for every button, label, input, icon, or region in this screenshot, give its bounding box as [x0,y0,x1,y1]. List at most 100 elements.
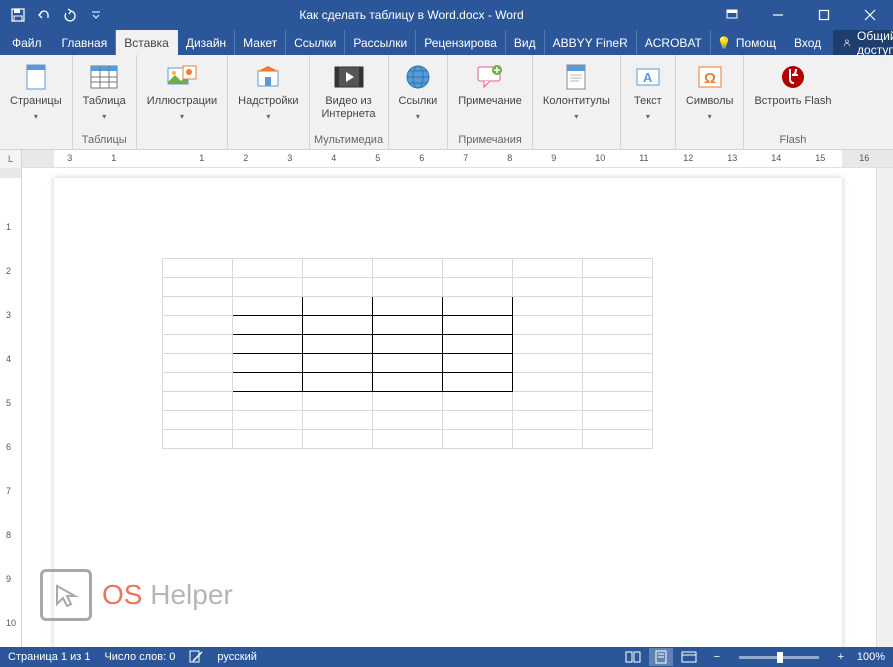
qat-customize-button[interactable] [84,3,108,27]
addins-button[interactable]: Надстройки▾ [232,57,304,133]
proofing-icon[interactable] [189,649,203,666]
table-cell[interactable] [443,411,513,430]
horizontal-ruler[interactable]: 311234567891011121314151617 [22,150,893,167]
tab-mailings[interactable]: Рассылки [345,30,416,55]
tab-layout[interactable]: Макет [235,30,286,55]
table-cell[interactable] [583,259,653,278]
table-cell[interactable] [583,430,653,449]
table-cell[interactable] [233,354,303,373]
table-cell[interactable] [373,278,443,297]
sign-in-button[interactable]: Вход [788,30,827,55]
table-cell[interactable] [583,373,653,392]
table-cell[interactable] [373,354,443,373]
table-cell[interactable] [163,316,233,335]
tab-selector[interactable]: L [0,150,22,168]
table-cell[interactable] [163,259,233,278]
table-cell[interactable] [443,430,513,449]
tab-view[interactable]: Вид [506,30,545,55]
table-cell[interactable] [583,316,653,335]
table-cell[interactable] [513,278,583,297]
table-cell[interactable] [163,430,233,449]
table-cell[interactable] [513,430,583,449]
table-cell[interactable] [303,430,373,449]
table-cell[interactable] [443,278,513,297]
table-cell[interactable] [303,354,373,373]
zoom-in-button[interactable]: + [829,648,853,666]
table-cell[interactable] [443,259,513,278]
table-cell[interactable] [373,392,443,411]
table-cell[interactable] [513,392,583,411]
pages-button[interactable]: Страницы▾ [4,57,68,133]
table-cell[interactable] [233,411,303,430]
table-cell[interactable] [583,354,653,373]
table-cell[interactable] [303,316,373,335]
table-cell[interactable] [163,373,233,392]
table-cell[interactable] [303,259,373,278]
undo-button[interactable] [32,3,56,27]
tab-insert[interactable]: Вставка [116,30,178,55]
table-cell[interactable] [233,373,303,392]
online-video-button[interactable]: Видео из Интернета [314,57,384,133]
flash-button[interactable]: Встроить Flash [748,57,837,133]
headers-button[interactable]: Колонтитулы▾ [537,57,616,133]
table-cell[interactable] [443,354,513,373]
table-cell[interactable] [443,335,513,354]
page-number-status[interactable]: Страница 1 из 1 [8,651,90,663]
table-cell[interactable] [303,335,373,354]
table-cell[interactable] [163,392,233,411]
table-cell[interactable] [513,297,583,316]
minimize-button[interactable] [755,0,801,30]
word-count-status[interactable]: Число слов: 0 [104,651,175,663]
tab-acrobat[interactable]: ACROBAT [637,30,711,55]
table-cell[interactable] [443,297,513,316]
table-cell[interactable] [373,335,443,354]
share-button[interactable]: Общий доступ [833,30,893,55]
print-layout-button[interactable] [649,648,673,666]
maximize-button[interactable] [801,0,847,30]
table-cell[interactable] [583,335,653,354]
table-cell[interactable] [373,297,443,316]
table-cell[interactable] [443,316,513,335]
table-cell[interactable] [303,373,373,392]
tab-home[interactable]: Главная [54,30,117,55]
table-cell[interactable] [583,411,653,430]
links-button[interactable]: Ссылки▾ [393,57,444,133]
zoom-out-button[interactable]: − [705,648,729,666]
table-cell[interactable] [163,354,233,373]
table-cell[interactable] [513,259,583,278]
table-cell[interactable] [303,411,373,430]
table-cell[interactable] [513,354,583,373]
zoom-level[interactable]: 100% [857,651,885,663]
table-cell[interactable] [513,373,583,392]
table-cell[interactable] [583,297,653,316]
close-button[interactable] [847,0,893,30]
document-canvas[interactable]: OS Helper [22,168,893,647]
table-cell[interactable] [163,297,233,316]
table-cell[interactable] [233,297,303,316]
table-cell[interactable] [373,411,443,430]
redo-button[interactable] [58,3,82,27]
tab-abbyy[interactable]: ABBYY FineR [545,30,637,55]
vertical-scrollbar[interactable] [876,168,893,647]
table-cell[interactable] [513,316,583,335]
table-cell[interactable] [513,335,583,354]
language-status[interactable]: русский [217,651,256,663]
table-cell[interactable] [583,392,653,411]
table-button[interactable]: Таблица▾ [77,57,132,133]
table-cell[interactable] [303,297,373,316]
tab-design[interactable]: Дизайн [178,30,235,55]
table-cell[interactable] [303,278,373,297]
table-cell[interactable] [443,373,513,392]
table-cell[interactable] [163,335,233,354]
table-cell[interactable] [443,392,513,411]
table-cell[interactable] [233,316,303,335]
document-table[interactable] [162,258,653,449]
save-button[interactable] [6,3,30,27]
table-cell[interactable] [513,411,583,430]
table-cell[interactable] [233,259,303,278]
table-cell[interactable] [373,430,443,449]
symbols-button[interactable]: Ω Символы▾ [680,57,740,133]
table-cell[interactable] [373,373,443,392]
table-cell[interactable] [163,278,233,297]
web-layout-button[interactable] [677,648,701,666]
